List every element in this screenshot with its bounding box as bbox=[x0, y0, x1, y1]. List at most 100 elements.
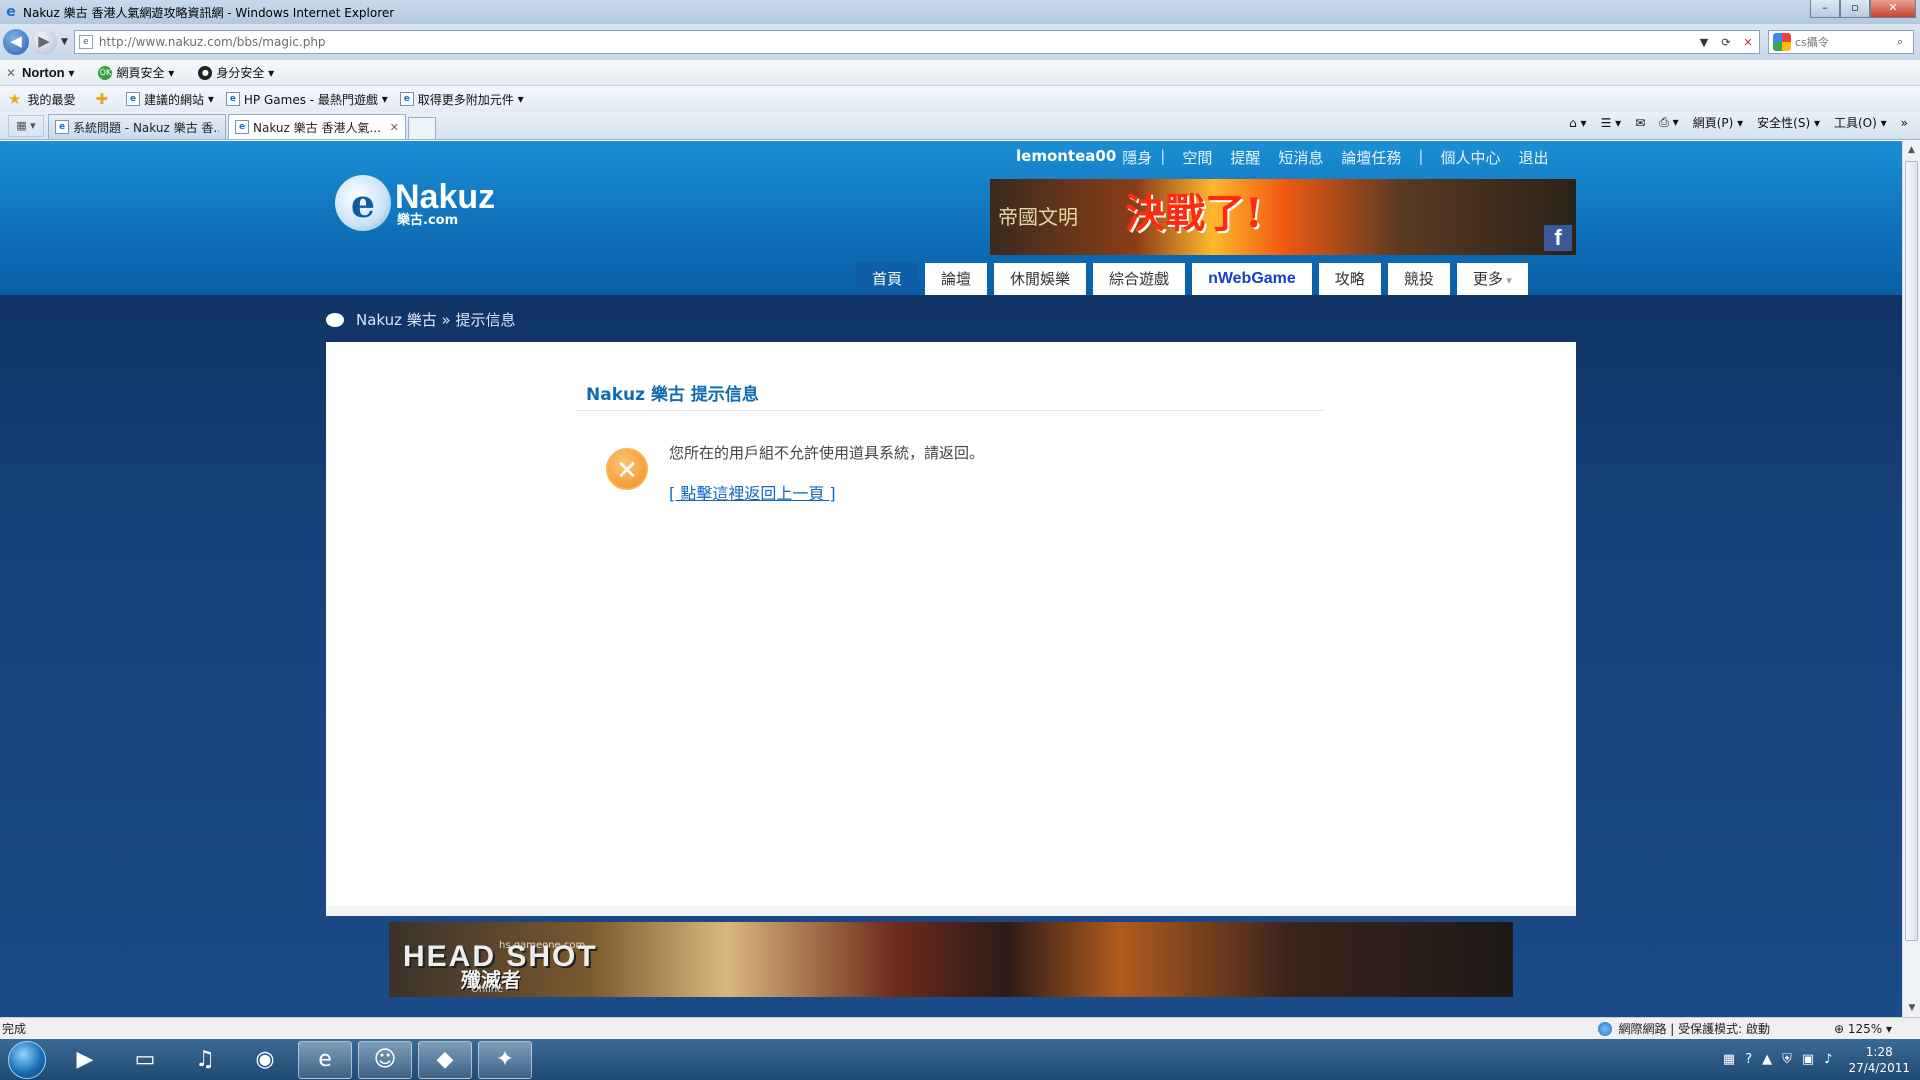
add-favorite-button[interactable]: ✚ bbox=[87, 90, 114, 108]
nav-guides[interactable]: 攻略 bbox=[1318, 263, 1381, 295]
site-header: lemontea00 隱身 | 空間 提醒 短消息 論壇任務 | 個人中心 退出… bbox=[0, 141, 1902, 295]
zoom-level[interactable]: ⊕ 125% ▾ bbox=[1834, 1022, 1892, 1036]
tools-menu[interactable]: 工具(O) ▾ bbox=[1834, 114, 1887, 131]
nav-games[interactable]: 綜合遊戲 bbox=[1093, 263, 1186, 295]
security-icon[interactable]: ⛨ bbox=[1782, 1052, 1792, 1067]
ie-icon: e bbox=[235, 120, 249, 134]
print-icon[interactable]: ⎙ ▾ bbox=[1659, 115, 1678, 130]
banner-headline: 決戰了! bbox=[1125, 190, 1263, 237]
chat-bubble-icon bbox=[326, 312, 344, 327]
breadcrumb-text[interactable]: Nakuz 樂古 » 提示信息 bbox=[356, 309, 516, 330]
start-button[interactable] bbox=[8, 1040, 46, 1079]
fav-label: 取得更多附加元件 bbox=[417, 92, 514, 107]
feeds-icon[interactable]: ☰ ▾ bbox=[1601, 116, 1622, 130]
counter-strike-icon[interactable]: ✦ bbox=[478, 1040, 532, 1079]
minimize-button[interactable]: – bbox=[1810, 0, 1840, 18]
back-button[interactable]: ◀ bbox=[3, 29, 29, 55]
refresh-icon[interactable]: ⟳ bbox=[1715, 36, 1737, 49]
tab-label: 系統問題 - Nakuz 樂古 香... bbox=[73, 120, 219, 135]
link-profile[interactable]: 個人中心 bbox=[1440, 147, 1500, 168]
search-box[interactable]: cs攝令 ⌕ bbox=[1768, 30, 1914, 54]
norton-toolbar: ✕ Norton ▾ OK 網頁安全 ▾ ● 身分安全 ▾ bbox=[0, 60, 1920, 86]
safety-menu[interactable]: 安全性(S) ▾ bbox=[1757, 114, 1820, 131]
stop-icon[interactable]: ✕ bbox=[1737, 36, 1759, 49]
forward-button[interactable]: ▶ bbox=[31, 29, 57, 55]
link-logout[interactable]: 退出 bbox=[1519, 147, 1549, 168]
clock-time: 1:28 bbox=[1865, 1044, 1893, 1059]
address-url[interactable]: http://www.nakuz.com/bbs/magic.php bbox=[99, 35, 1693, 49]
show-hidden-icons[interactable]: ▲ bbox=[1762, 1052, 1772, 1067]
page-menu[interactable]: 網頁(P) ▾ bbox=[1693, 114, 1743, 131]
close-toolbar-icon[interactable]: ✕ bbox=[0, 66, 22, 80]
nav-home[interactable]: 首頁 bbox=[856, 263, 919, 295]
quick-tabs-button[interactable]: ▦ ▾ bbox=[8, 115, 44, 137]
tab-system-issues[interactable]: e 系統問題 - Nakuz 樂古 香... bbox=[48, 114, 226, 139]
vertical-scrollbar[interactable]: ▲ ▼ bbox=[1902, 141, 1920, 1017]
nav-forum[interactable]: 論壇 bbox=[925, 263, 988, 295]
favorites-button[interactable]: ★ 我的最愛 bbox=[0, 90, 75, 108]
help-icon[interactable]: ? bbox=[1745, 1052, 1752, 1067]
notice-title: Nakuz 樂古 提示信息 bbox=[586, 385, 759, 405]
address-field[interactable]: e http://www.nakuz.com/bbs/magic.php ▼ ⟳… bbox=[73, 30, 1760, 54]
page-menu-label: 網頁(P) bbox=[1692, 116, 1734, 130]
fav-label: 建議的網站 bbox=[144, 92, 205, 107]
chevron-right-icon[interactable]: » bbox=[1901, 116, 1908, 130]
internet-explorer-icon[interactable]: e bbox=[298, 1040, 352, 1079]
nav-bidding[interactable]: 競投 bbox=[1387, 263, 1450, 295]
identity-safety-menu[interactable]: ● 身分安全 ▾ bbox=[198, 64, 274, 81]
top-ad-banner[interactable]: 帝國文明 決戰了! f bbox=[990, 179, 1576, 255]
home-icon[interactable]: ⌂ ▾ bbox=[1569, 116, 1586, 130]
back-link[interactable]: [ 點擊這裡返回上一頁 ] bbox=[669, 480, 836, 504]
username-link[interactable]: lemontea00 bbox=[1016, 147, 1116, 168]
logo-mark-icon: e bbox=[335, 175, 391, 231]
link-invisible[interactable]: 隱身 bbox=[1122, 147, 1152, 168]
norton-menu[interactable]: Norton ▾ bbox=[22, 65, 74, 80]
fav-get-addons[interactable]: e 取得更多附加元件 ▾ bbox=[399, 91, 524, 108]
history-dropdown-icon[interactable]: ▼ bbox=[61, 37, 68, 47]
divider bbox=[576, 410, 1324, 411]
clock-date: 27/4/2011 bbox=[1848, 1060, 1910, 1075]
link-messages[interactable]: 短消息 bbox=[1278, 147, 1323, 168]
keyboard-icon[interactable]: ▦ bbox=[1723, 1052, 1735, 1067]
site-logo[interactable]: e Nakuz 樂古.com bbox=[335, 173, 505, 233]
mail-icon[interactable]: ✉ bbox=[1635, 116, 1645, 130]
security-zone[interactable]: 網際網路 | 受保護模式: 啟動 bbox=[1598, 1020, 1770, 1037]
close-button[interactable]: ✕ bbox=[1870, 0, 1916, 18]
clock[interactable]: 1:28 27/4/2011 bbox=[1848, 1044, 1910, 1076]
messenger-icon[interactable]: ☺ bbox=[358, 1040, 412, 1079]
network-icon[interactable]: ▣ bbox=[1802, 1052, 1814, 1067]
link-reminder[interactable]: 提醒 bbox=[1230, 147, 1260, 168]
media-player-icon[interactable]: ▶ bbox=[58, 1041, 112, 1079]
tab-nakuz[interactable]: e Nakuz 樂古 香港人氣... ✕ bbox=[228, 114, 406, 139]
volume-icon[interactable]: ♪ bbox=[1824, 1052, 1832, 1067]
nav-leisure[interactable]: 休閒娛樂 bbox=[994, 263, 1087, 295]
scroll-thumb[interactable] bbox=[1905, 161, 1918, 941]
nav-nwebgame[interactable]: nWebGame bbox=[1192, 263, 1312, 295]
web-safety-menu[interactable]: OK 網頁安全 ▾ bbox=[98, 64, 174, 81]
search-icon[interactable]: ⌕ bbox=[1897, 35, 1913, 49]
star-icon: ★ bbox=[8, 90, 22, 108]
new-tab-button[interactable] bbox=[408, 117, 436, 139]
address-dropdown-icon[interactable]: ▼ bbox=[1693, 36, 1715, 49]
scroll-down-icon[interactable]: ▼ bbox=[1903, 999, 1920, 1017]
link-space[interactable]: 空間 bbox=[1182, 147, 1212, 168]
favorites-label: 我的最愛 bbox=[27, 92, 76, 107]
scroll-up-icon[interactable]: ▲ bbox=[1903, 141, 1920, 159]
maximize-button[interactable]: ▫ bbox=[1840, 0, 1870, 18]
firefox-icon[interactable]: ◉ bbox=[238, 1041, 292, 1079]
bottom-ad-banner[interactable]: hs.gameone.com HEAD SHOT 殲滅者 Online bbox=[389, 922, 1513, 997]
nav-more[interactable]: 更多 bbox=[1456, 263, 1528, 295]
fav-hp-games[interactable]: e HP Games - 最熱門遊戲 ▾ bbox=[225, 91, 388, 108]
close-tab-icon[interactable]: ✕ bbox=[390, 121, 399, 134]
globe-icon bbox=[1598, 1021, 1613, 1036]
status-text: 完成 bbox=[2, 1022, 27, 1036]
fav-suggested-sites[interactable]: e 建議的網站 ▾ bbox=[126, 91, 214, 108]
search-input[interactable]: cs攝令 bbox=[1795, 34, 1897, 50]
itunes-icon[interactable]: ♫ bbox=[178, 1041, 232, 1079]
zone-label: 網際網路 | 受保護模式: 啟動 bbox=[1618, 1022, 1770, 1036]
banner-game-name: 帝國文明 bbox=[998, 205, 1078, 229]
file-explorer-icon[interactable]: ▭ bbox=[118, 1041, 172, 1079]
game-app-icon[interactable]: ◆ bbox=[418, 1040, 472, 1079]
link-tasks[interactable]: 論壇任務 bbox=[1341, 147, 1401, 168]
banner-game-sub: Online bbox=[471, 984, 504, 995]
